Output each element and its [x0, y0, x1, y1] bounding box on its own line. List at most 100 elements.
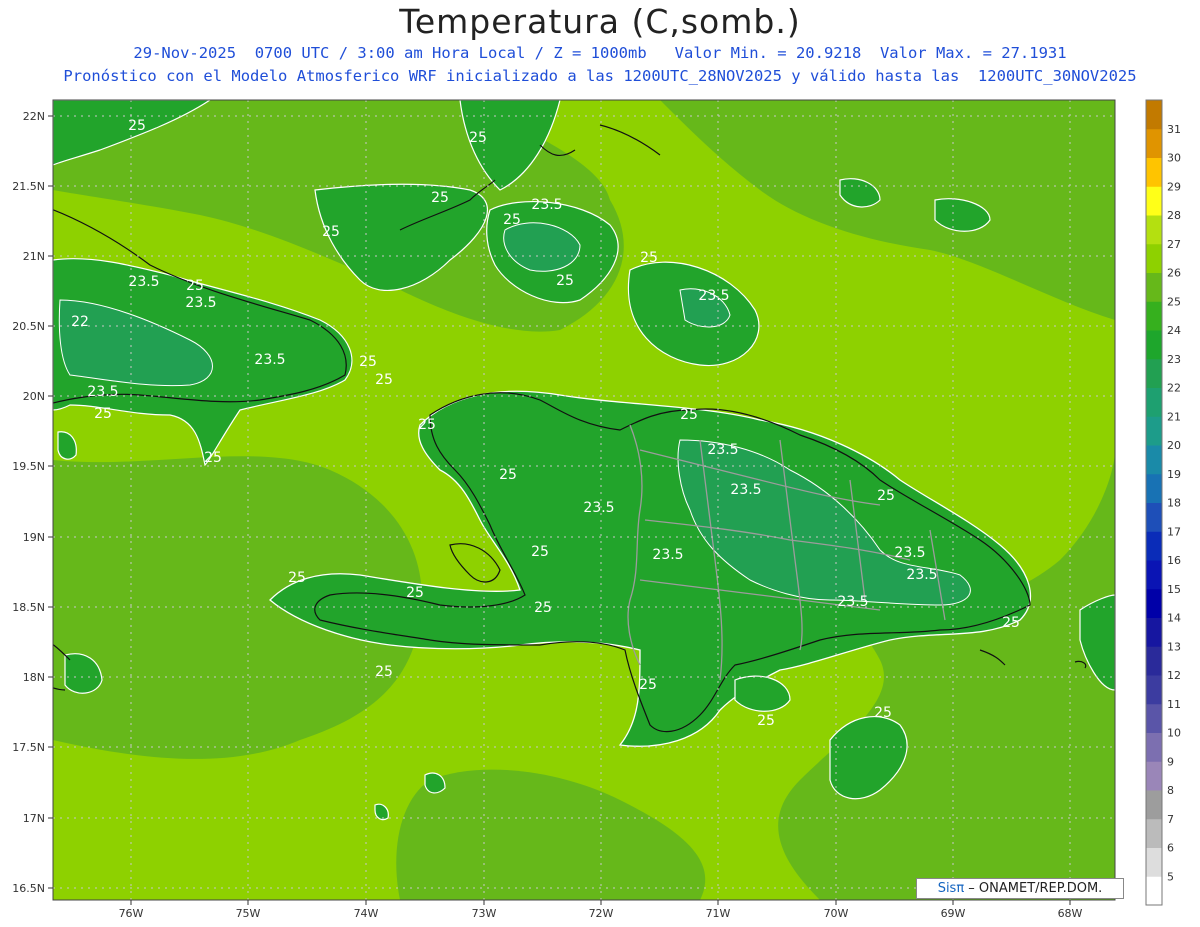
- latitude-axis: 22N 21.5N 21N 20.5N 20N 19.5N 19N 18.5N 18N 17.5N…: [12, 110, 53, 895]
- contour-label: 25: [1002, 615, 1020, 631]
- lat-tick-label: 16.5N: [12, 882, 45, 895]
- contour-label: 23.5: [906, 567, 937, 583]
- contour-label: 25: [322, 224, 340, 240]
- lon-tick-label: 70W: [824, 907, 849, 920]
- colorbar-label: 19: [1167, 468, 1181, 481]
- colorbar-label: 31: [1167, 123, 1181, 136]
- longitude-axis: 76W 75W 74W 73W 72W 71W 70W 69W 68W: [119, 900, 1083, 920]
- colorbar-swatch: [1146, 100, 1162, 130]
- colorbar-label: 18: [1167, 497, 1181, 510]
- contour-label: 25: [877, 488, 895, 504]
- contour-label: 25: [680, 407, 698, 423]
- lat-tick-label: 17N: [23, 812, 45, 825]
- lon-tick-label: 68W: [1058, 907, 1083, 920]
- lon-tick-label: 74W: [354, 907, 379, 920]
- colorbar-swatch: [1146, 387, 1162, 417]
- colorbar-swatch: [1146, 416, 1162, 446]
- contour-label: 23.5: [730, 482, 761, 498]
- contour-label: 25: [757, 713, 775, 729]
- lat-tick-label: 21N: [23, 250, 45, 263]
- contour-label: 25: [94, 406, 112, 422]
- colorbar-label: 6: [1167, 842, 1174, 855]
- contour-label: 23.5: [87, 384, 118, 400]
- colorbar-swatch: [1146, 157, 1162, 187]
- lat-tick-label: 19.5N: [12, 460, 45, 473]
- colorbar-swatch: [1146, 732, 1162, 762]
- colorbar-swatch: [1146, 675, 1162, 705]
- map-plot-area: 25 25 25 25 23.5 25 25 25 23.5 23.5 25 23.5 22 23.5 25…: [53, 100, 1115, 900]
- contour-label: 25: [639, 677, 657, 693]
- lon-tick-label: 69W: [941, 907, 966, 920]
- colorbar-label: 20: [1167, 439, 1181, 452]
- contour-label: 25: [640, 250, 658, 266]
- colorbar-label: 28: [1167, 209, 1181, 222]
- lon-tick-label: 72W: [589, 907, 614, 920]
- lat-tick-label: 22N: [23, 110, 45, 123]
- contour-label: 23.5: [583, 500, 614, 516]
- contour-label: 25: [359, 354, 377, 370]
- colorbar-swatch: [1146, 186, 1162, 216]
- colorbar-label: 27: [1167, 238, 1181, 251]
- contour-label: 25: [431, 190, 449, 206]
- lon-tick-label: 73W: [472, 907, 497, 920]
- colorbar-swatch: [1146, 330, 1162, 360]
- colorbar-swatch: [1146, 646, 1162, 676]
- colorbar-swatch: [1146, 502, 1162, 532]
- colorbar-swatch: [1146, 790, 1162, 820]
- lat-tick-label: 20N: [23, 390, 45, 403]
- contour-label: 25: [874, 705, 892, 721]
- colorbar-swatch: [1146, 818, 1162, 848]
- colorbar-label: 26: [1167, 267, 1181, 280]
- contour-label: 25: [469, 130, 487, 146]
- colorbar-label: 7: [1167, 813, 1174, 826]
- temperature-map: 25 25 25 25 23.5 25 25 25 23.5 23.5 25 23.5 22 23.5 25…: [12, 99, 1181, 920]
- colorbar-swatch: [1146, 272, 1162, 302]
- contour-label: 25: [406, 585, 424, 601]
- contour-label: 23.5: [707, 442, 738, 458]
- colorbar-swatch: [1146, 761, 1162, 791]
- colorbar-swatch: [1146, 445, 1162, 475]
- colorbar-label: 23: [1167, 353, 1181, 366]
- credit-brand: Sisπ: [937, 881, 965, 896]
- colorbar-label: 29: [1167, 180, 1181, 193]
- lat-tick-label: 19N: [23, 531, 45, 544]
- contour-label: 23.5: [185, 295, 216, 311]
- lon-tick-label: 76W: [119, 907, 144, 920]
- colorbar-label: 17: [1167, 525, 1181, 538]
- colorbar-swatch: [1146, 876, 1162, 906]
- colorbar-swatch: [1146, 243, 1162, 273]
- contour-label: 23.5: [254, 352, 285, 368]
- colorbar-label: 30: [1167, 152, 1181, 165]
- contour-label: 25: [375, 372, 393, 388]
- credit-text: – ONAMET/REP.DOM.: [964, 881, 1103, 896]
- lon-tick-label: 71W: [706, 907, 731, 920]
- colorbar-swatch: [1146, 128, 1162, 158]
- lon-tick-label: 75W: [236, 907, 261, 920]
- contour-label: 22: [71, 314, 89, 330]
- colorbar-label: 21: [1167, 410, 1181, 423]
- colorbar-label: 16: [1167, 554, 1181, 567]
- contour-label: 23.5: [531, 197, 562, 213]
- colorbar-swatch: [1146, 531, 1162, 561]
- colorbar-label: 25: [1167, 295, 1181, 308]
- contour-label: 23.5: [128, 274, 159, 290]
- colorbar-swatch: [1146, 301, 1162, 331]
- colorbar-label: 8: [1167, 784, 1174, 797]
- lat-tick-label: 18N: [23, 671, 45, 684]
- contour-label: 23.5: [894, 545, 925, 561]
- colorbar: 5 6 7 8 9 10 11 12 13 14 15 16 17 18 19 20 21 22 23 24 25 26 2…: [1145, 99, 1181, 906]
- colorbar-swatch: [1146, 560, 1162, 590]
- colorbar-label: 24: [1167, 324, 1181, 337]
- colorbar-label: 14: [1167, 612, 1181, 625]
- contour-label: 25: [499, 467, 517, 483]
- colorbar-label: 22: [1167, 382, 1181, 395]
- lat-tick-label: 18.5N: [12, 601, 45, 614]
- contour-label: 25: [288, 570, 306, 586]
- lat-tick-label: 17.5N: [12, 741, 45, 754]
- contour-label: 25: [375, 664, 393, 680]
- colorbar-swatch: [1146, 215, 1162, 245]
- colorbar-label: 12: [1167, 669, 1181, 682]
- colorbar-label: 5: [1167, 870, 1174, 883]
- colorbar-swatch: [1146, 617, 1162, 647]
- contour-label: 23.5: [698, 288, 729, 304]
